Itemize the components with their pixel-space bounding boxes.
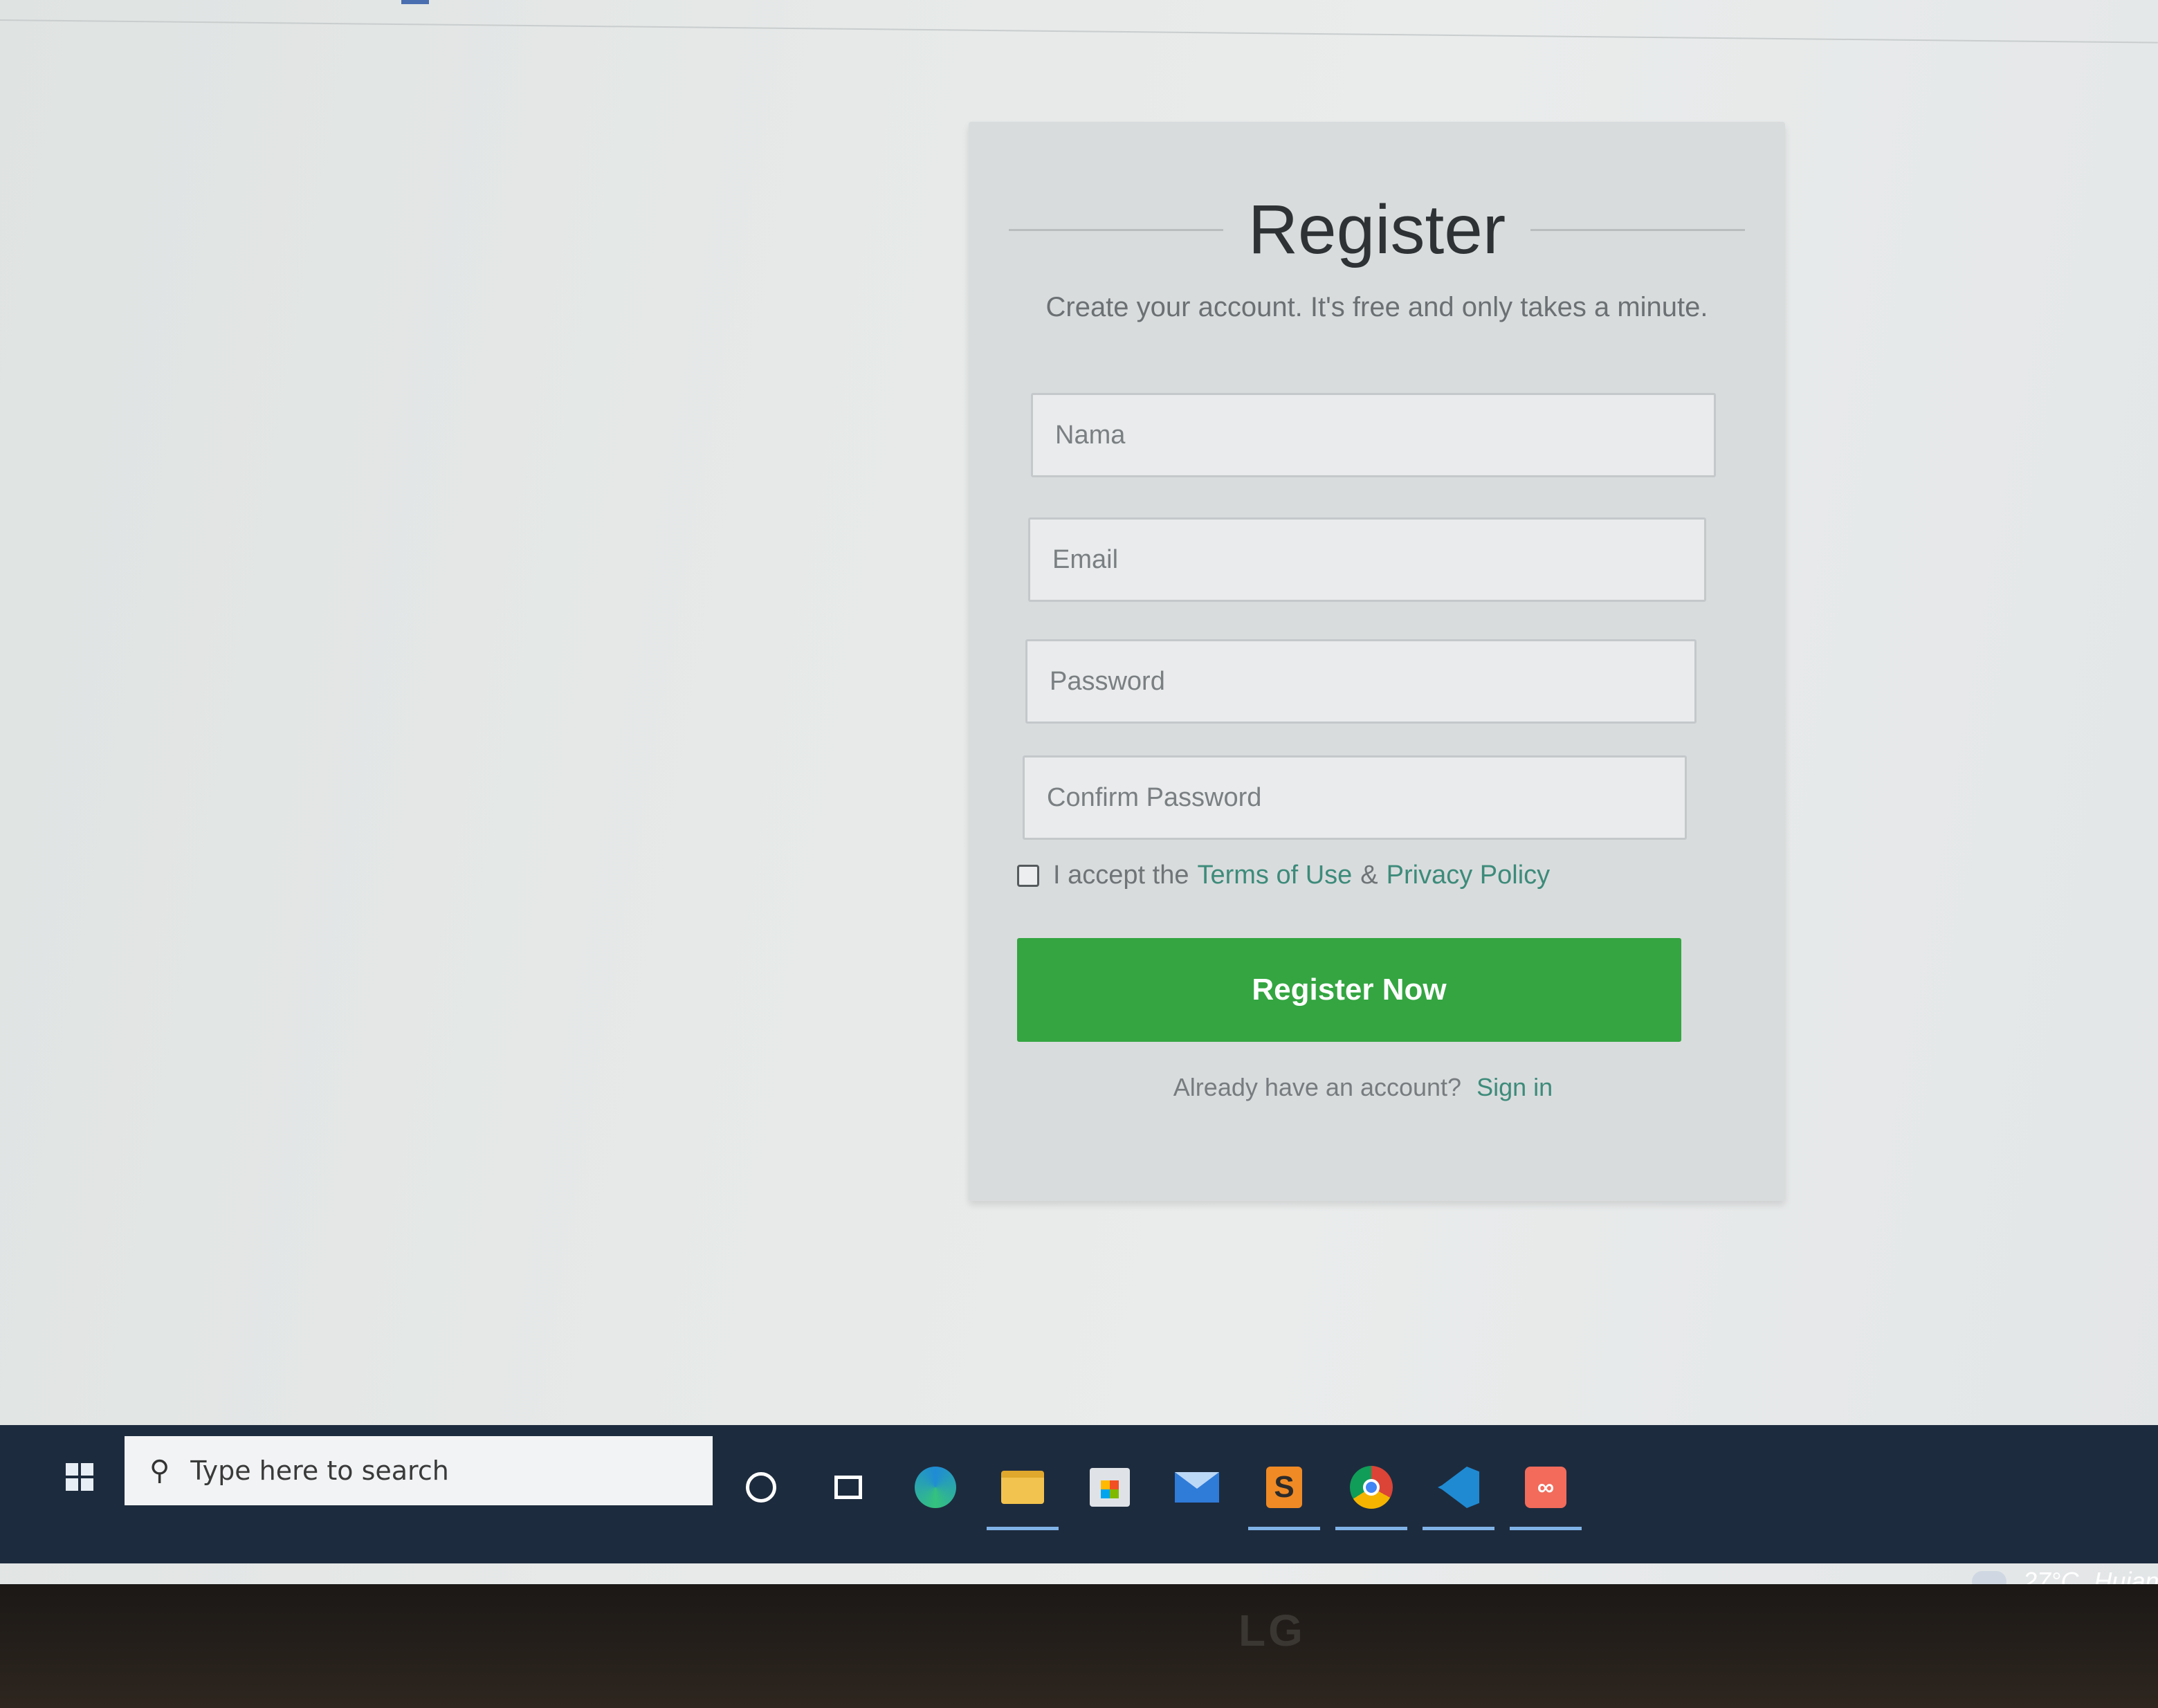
signin-row: Already have an account? Sign in (969, 1073, 1757, 1102)
cortana-button[interactable] (733, 1460, 789, 1515)
weather-condition: Hujan (2094, 1567, 2158, 1584)
browser-tab-indicator (401, 0, 429, 4)
chrome-icon (1350, 1466, 1393, 1509)
monitor-screen: Register Create your account. It's free … (0, 0, 2158, 1584)
vscode-icon (1438, 1467, 1479, 1508)
start-button[interactable] (42, 1439, 118, 1515)
name-field[interactable] (1031, 393, 1716, 477)
xampp-icon: ∞ (1525, 1467, 1566, 1508)
sublime-text-button[interactable]: S (1248, 1460, 1320, 1530)
circle-icon (746, 1472, 776, 1503)
lg-logo: LG (1238, 1606, 1306, 1655)
browser-divider (0, 19, 2158, 44)
page-title: Register (1247, 190, 1506, 268)
task-view-icon (834, 1476, 862, 1499)
search-icon: ⚲ (149, 1456, 170, 1486)
edge-icon (915, 1467, 956, 1508)
signin-prompt: Already have an account? (1173, 1073, 1462, 1101)
edge-button[interactable] (908, 1460, 963, 1515)
taskbar-app-icons: S ∞ (733, 1460, 1605, 1530)
sublime-icon: S (1266, 1467, 1302, 1508)
search-placeholder: Type here to search (190, 1456, 449, 1486)
vscode-button[interactable] (1423, 1460, 1494, 1530)
terms-ampersand: & (1360, 861, 1378, 890)
terms-prefix: I accept the (1053, 861, 1189, 890)
chrome-button[interactable] (1335, 1460, 1407, 1530)
cloud-rain-icon (1972, 1571, 2006, 1584)
confirm-password-field[interactable] (1023, 755, 1687, 840)
windows-taskbar: ⚲ Type here to search S ∞ (0, 1425, 2158, 1563)
monitor-bezel (0, 1584, 2158, 1708)
store-icon (1090, 1468, 1130, 1507)
terms-row: I accept the Terms of Use & Privacy Poli… (1017, 861, 1550, 890)
title-divider-right (1530, 228, 1746, 231)
terms-of-use-link[interactable]: Terms of Use (1197, 861, 1352, 890)
password-field[interactable] (1025, 639, 1697, 724)
email-field[interactable] (1028, 517, 1706, 602)
system-tray-weather[interactable]: 27°C Hujan (1972, 1567, 2158, 1584)
mail-button[interactable] (1169, 1460, 1225, 1515)
windows-logo-icon (66, 1463, 93, 1491)
register-card: Register Create your account. It's free … (969, 122, 1785, 1201)
taskbar-search-box[interactable]: ⚲ Type here to search (125, 1436, 713, 1505)
register-now-button[interactable]: Register Now (1017, 938, 1681, 1042)
file-explorer-button[interactable] (987, 1460, 1059, 1530)
mail-icon (1175, 1472, 1219, 1503)
sign-in-link[interactable]: Sign in (1476, 1073, 1553, 1101)
terms-checkbox[interactable] (1017, 864, 1039, 887)
title-divider-left (1008, 228, 1223, 231)
xampp-button[interactable]: ∞ (1510, 1460, 1582, 1530)
store-button[interactable] (1082, 1460, 1137, 1515)
title-row: Register (969, 188, 1785, 271)
folder-icon (1001, 1471, 1044, 1504)
task-view-button[interactable] (821, 1460, 876, 1515)
privacy-policy-link[interactable]: Privacy Policy (1387, 861, 1551, 890)
page-subtitle: Create your account. It's free and only … (1045, 292, 1708, 322)
weather-temperature: 27°C (2023, 1567, 2079, 1584)
